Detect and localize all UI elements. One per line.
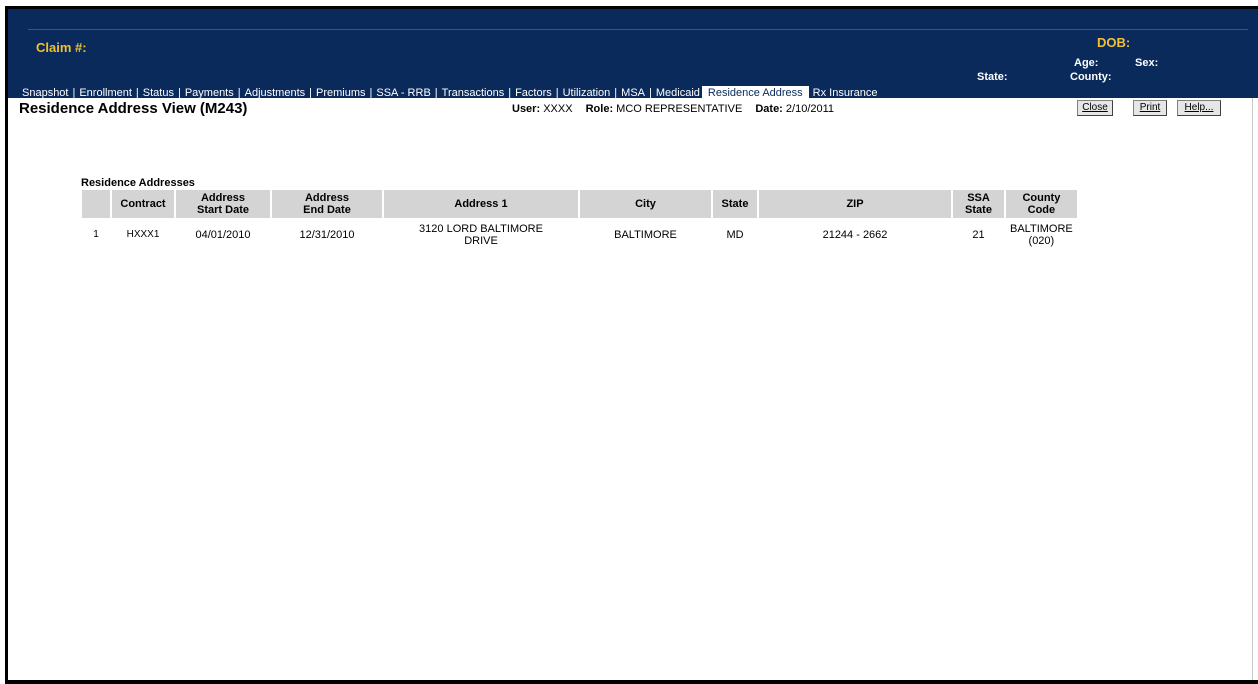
start-date-header-line2: Start Date bbox=[197, 204, 249, 216]
date-label: Date: bbox=[755, 103, 783, 115]
tab-transactions[interactable]: Transactions bbox=[442, 87, 505, 99]
claim-number-label: Claim #: bbox=[36, 40, 87, 55]
address1-header: Address 1 bbox=[384, 190, 578, 218]
nav-separator: | bbox=[309, 87, 312, 99]
sex-label: Sex: bbox=[1135, 57, 1159, 69]
nav-separator: | bbox=[177, 87, 181, 99]
tab-adjustments[interactable]: Adjustments bbox=[245, 87, 306, 99]
state-label: State: bbox=[977, 71, 1008, 83]
county-code-line2: (020) bbox=[1028, 235, 1055, 247]
nav-separator: | bbox=[369, 87, 373, 99]
county-code-cell: BALTIMORE (020) bbox=[1006, 218, 1077, 252]
ssa-state-header: SSA State bbox=[953, 190, 1004, 218]
page-title: Residence Address View (M243) bbox=[19, 100, 248, 117]
row-number-header bbox=[82, 190, 110, 218]
county-code-header-line2: Code bbox=[1027, 204, 1056, 216]
window-right-divider bbox=[1252, 6, 1253, 680]
dob-label: DOB: bbox=[1097, 35, 1131, 50]
help-button[interactable]: Help... bbox=[1177, 100, 1221, 116]
city-cell: BALTIMORE bbox=[614, 229, 677, 241]
main-nav: Snapshot | Enrollment | Status | Payments | Adju… bbox=[22, 86, 878, 101]
ssa-state-header-line1: SSA bbox=[967, 192, 990, 204]
ssa-state-header-line2: State bbox=[965, 204, 992, 216]
contract-cell: HXXX1 bbox=[126, 229, 160, 240]
end-date-header-line1: Address bbox=[304, 192, 350, 204]
tab-snapshot[interactable]: Snapshot bbox=[22, 87, 68, 99]
tab-status[interactable]: Status bbox=[143, 87, 174, 99]
print-button[interactable]: Print bbox=[1133, 100, 1167, 116]
state-cell: MD bbox=[726, 229, 744, 241]
window-left-border bbox=[5, 6, 8, 684]
tab-rx-insurance[interactable]: Rx Insurance bbox=[813, 87, 878, 99]
zip-header: ZIP bbox=[759, 190, 951, 218]
nav-separator: | bbox=[135, 87, 139, 99]
start-date-cell: 04/01/2010 bbox=[195, 229, 251, 241]
tab-utilization[interactable]: Utilization bbox=[563, 87, 611, 99]
user-value: XXXX bbox=[543, 103, 573, 115]
row-number: 1 bbox=[93, 229, 99, 240]
nav-separator: | bbox=[555, 87, 559, 99]
start-date-header-line1: Address bbox=[200, 192, 246, 204]
start-date-header: Address Start Date bbox=[176, 190, 270, 218]
county-label: County: bbox=[1070, 71, 1112, 83]
end-date-cell: 12/31/2010 bbox=[299, 229, 355, 241]
nav-separator: | bbox=[237, 87, 241, 99]
city-header: City bbox=[580, 190, 711, 218]
table-row: 1 HXXX1 04/01/2010 12/31/2010 3120 LORD … bbox=[82, 218, 1077, 252]
tab-premiums[interactable]: Premiums bbox=[316, 87, 366, 99]
tab-factors[interactable]: Factors bbox=[515, 87, 552, 99]
nav-separator: | bbox=[614, 87, 618, 99]
table-header-row: Contract Address Start Date Address End Da… bbox=[82, 190, 1077, 218]
tab-msa[interactable]: MSA bbox=[621, 87, 645, 99]
nav-separator: | bbox=[508, 87, 512, 99]
end-date-header: Address End Date bbox=[272, 190, 382, 218]
window-bottom-border bbox=[5, 680, 1258, 684]
section-title: Residence Addresses bbox=[81, 177, 195, 189]
user-label: User: bbox=[512, 103, 541, 115]
ssa-state-cell: 21 bbox=[972, 229, 985, 241]
role-label: Role: bbox=[585, 103, 614, 115]
tab-medicaid[interactable]: Medicaid bbox=[656, 87, 700, 99]
county-code-header-line1: County bbox=[1022, 192, 1061, 204]
tab-residence-address[interactable]: Residence Address bbox=[701, 86, 809, 100]
date-value: 2/10/2011 bbox=[785, 103, 835, 115]
header-divider bbox=[28, 29, 1248, 30]
contract-header: Contract bbox=[112, 190, 174, 218]
age-label: Age: bbox=[1074, 57, 1099, 69]
tab-ssa-rrb[interactable]: SSA - RRB bbox=[376, 87, 430, 99]
tab-enrollment[interactable]: Enrollment bbox=[79, 87, 132, 99]
beneficiary-header: Claim #: DOB: Age: Sex: State: County: S… bbox=[8, 6, 1258, 101]
address1-line1: 3120 LORD BALTIMORE bbox=[419, 223, 543, 235]
end-date-header-line2: End Date bbox=[303, 204, 351, 216]
nav-separator: | bbox=[649, 87, 652, 99]
nav-separator: | bbox=[72, 87, 76, 99]
county-code-header: County Code bbox=[1006, 190, 1077, 218]
county-code-line1: BALTIMORE bbox=[1010, 223, 1073, 235]
zip-cell: 21244 - 2662 bbox=[822, 229, 888, 241]
address1-cell: 3120 LORD BALTIMORE DRIVE bbox=[384, 218, 578, 252]
nav-separator: | bbox=[434, 87, 438, 99]
residence-addresses-table: Contract Address Start Date Address End Da… bbox=[80, 190, 1079, 252]
session-info: User: XXXX Role: MCO REPRESENTATIVE Date… bbox=[512, 103, 834, 115]
close-button[interactable]: Close bbox=[1077, 100, 1113, 116]
role-value: MCO REPRESENTATIVE bbox=[616, 103, 743, 115]
tab-payments[interactable]: Payments bbox=[185, 87, 234, 99]
address1-line2: DRIVE bbox=[464, 235, 498, 247]
state-header: State bbox=[713, 190, 757, 218]
